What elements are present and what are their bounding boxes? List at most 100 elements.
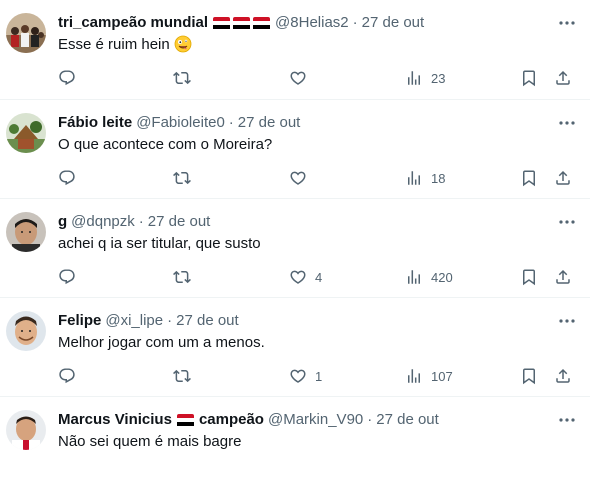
avatar[interactable] — [6, 13, 46, 53]
heart-icon — [290, 71, 306, 85]
retweet-button[interactable] — [173, 267, 199, 287]
display-name-suffix[interactable]: campeão — [199, 410, 264, 430]
reply-feed: tri_campeão mundial @8Helias2 · 27 de ou… — [0, 0, 590, 496]
views-chart-icon — [408, 171, 420, 185]
reply-button[interactable] — [58, 366, 84, 386]
separator-dot: · — [167, 312, 173, 329]
display-name[interactable]: Fábio leite — [58, 113, 132, 133]
user-handle[interactable]: @dqnpzk — [71, 212, 135, 232]
bookmark-icon — [523, 70, 535, 87]
retweet-icon — [173, 270, 191, 284]
display-name[interactable]: Marcus Vinicius — [58, 410, 172, 430]
share-icon — [556, 269, 570, 284]
bookmark-button[interactable] — [520, 168, 538, 188]
tweet-date[interactable]: 27 de out — [148, 212, 211, 232]
separator-dot: · — [138, 213, 144, 230]
more-dots-icon — [559, 21, 575, 25]
user-handle[interactable]: @8Helias2 — [275, 13, 349, 33]
retweet-icon — [173, 71, 191, 85]
reply-button[interactable] — [58, 267, 84, 287]
more-dots-icon — [559, 121, 575, 125]
flag-icon — [233, 17, 251, 29]
display-name[interactable]: g — [58, 212, 67, 232]
more-options-button[interactable] — [556, 112, 578, 134]
share-button[interactable] — [554, 168, 572, 188]
tweet[interactable]: g @dqnpzk · 27 de out achei q ia ser tit… — [0, 199, 590, 298]
bookmark-icon — [523, 368, 535, 385]
tweet[interactable]: Felipe @xi_lipe · 27 de out Melhor jogar… — [0, 298, 590, 397]
tweet-date[interactable]: 27 de out — [176, 311, 239, 331]
bookmark-button[interactable] — [520, 267, 538, 287]
like-button[interactable]: 4 — [289, 267, 322, 287]
views-chart-icon — [408, 71, 420, 85]
more-options-button[interactable] — [556, 211, 578, 233]
avatar[interactable] — [6, 410, 46, 450]
tweet-date[interactable]: 27 de out — [238, 113, 301, 133]
tweet-text: Melhor jogar com um a menos. — [58, 334, 265, 351]
tweet-header: g @dqnpzk · 27 de out — [58, 212, 550, 232]
share-icon — [556, 70, 570, 85]
bookmark-button[interactable] — [520, 68, 538, 88]
display-name[interactable]: tri_campeão mundial — [58, 13, 208, 33]
reply-icon — [59, 170, 75, 186]
heart-icon — [290, 171, 306, 185]
share-button[interactable] — [554, 366, 572, 386]
views-count: 420 — [431, 269, 453, 285]
reply-button[interactable] — [58, 168, 84, 188]
tweet-date[interactable]: 27 de out — [376, 410, 439, 430]
retweet-button[interactable] — [173, 68, 199, 88]
tweet-header: Marcus Vinicius campeão @Markin_V90 · 27… — [58, 410, 550, 430]
tweet[interactable]: Fábio leite @Fabioleite0 · 27 de out O q… — [0, 100, 590, 199]
tweet[interactable]: Marcus Vinicius campeão @Markin_V90 · 27… — [0, 397, 590, 496]
user-handle[interactable]: @Fabioleite0 — [136, 113, 225, 133]
like-count: 4 — [315, 269, 323, 285]
name-emoji-flags — [176, 414, 194, 426]
share-icon — [556, 170, 570, 185]
more-options-button[interactable] — [556, 310, 578, 332]
tweet-header: tri_campeão mundial @8Helias2 · 27 de ou… — [58, 13, 550, 33]
separator-dot: · — [367, 411, 373, 428]
display-name[interactable]: Felipe — [58, 311, 101, 331]
reply-icon — [59, 269, 75, 285]
avatar[interactable] — [6, 212, 46, 252]
like-button[interactable] — [289, 68, 315, 88]
more-dots-icon — [559, 220, 575, 224]
user-handle[interactable]: @xi_lipe — [105, 311, 163, 331]
views-button[interactable]: 23 — [405, 68, 445, 88]
more-options-button[interactable] — [556, 409, 578, 431]
more-dots-icon — [559, 418, 575, 422]
views-count: 107 — [431, 368, 453, 384]
retweet-icon — [173, 369, 191, 383]
tweet-text: O que acontece com o Moreira? — [58, 136, 273, 153]
tweet-actions: 23 — [0, 68, 590, 88]
views-count: 23 — [431, 70, 446, 86]
tweet-text-content: Esse é ruim hein — [58, 36, 170, 53]
tweet[interactable]: tri_campeão mundial @8Helias2 · 27 de ou… — [0, 0, 590, 100]
zany-face-emoji — [174, 35, 192, 59]
more-options-button[interactable] — [556, 12, 578, 34]
views-button[interactable]: 18 — [405, 168, 445, 188]
tweet-date[interactable]: 27 de out — [362, 13, 425, 33]
reply-button[interactable] — [58, 68, 84, 88]
like-count: 1 — [315, 368, 323, 384]
bookmark-button[interactable] — [520, 366, 538, 386]
views-button[interactable]: 107 — [405, 366, 453, 386]
bookmark-icon — [523, 269, 535, 286]
share-button[interactable] — [554, 68, 572, 88]
separator-dot: · — [228, 114, 234, 131]
flag-icon — [176, 414, 194, 426]
share-icon — [556, 368, 570, 383]
avatar[interactable] — [6, 311, 46, 351]
share-button[interactable] — [554, 267, 572, 287]
views-chart-icon — [408, 270, 420, 284]
like-button[interactable]: 1 — [289, 366, 322, 386]
user-handle[interactable]: @Markin_V90 — [268, 410, 363, 430]
views-button[interactable]: 420 — [405, 267, 453, 287]
retweet-button[interactable] — [173, 168, 199, 188]
like-button[interactable] — [289, 168, 315, 188]
avatar[interactable] — [6, 113, 46, 153]
separator-dot: · — [352, 14, 358, 31]
tweet-text: Esse é ruim hein — [58, 35, 192, 59]
name-emoji-flags — [213, 17, 271, 29]
retweet-button[interactable] — [173, 366, 199, 386]
